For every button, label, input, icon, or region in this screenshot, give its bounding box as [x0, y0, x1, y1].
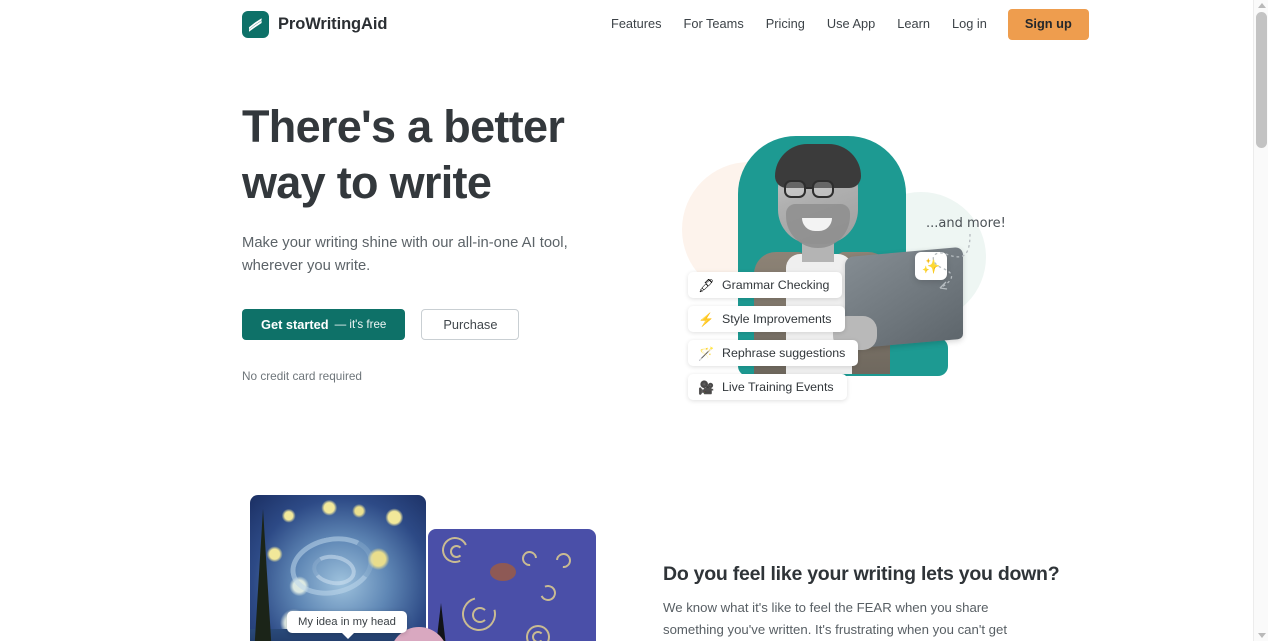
dotted-arrow-icon	[932, 233, 971, 290]
page-content: ProWritingAid Features For Teams Pricing…	[0, 0, 1253, 641]
doodle-image	[428, 529, 596, 641]
purchase-button[interactable]: Purchase	[421, 309, 520, 341]
scroll-down-arrow-icon[interactable]	[1258, 633, 1266, 638]
feature-label: Rephrase suggestions	[722, 346, 846, 360]
browser-viewport: ProWritingAid Features For Teams Pricing…	[0, 0, 1268, 641]
hero-section: There's a better way to write Make your …	[0, 49, 1253, 479]
magic-wand-icon: 🪄	[698, 345, 715, 361]
starry-cypress	[254, 509, 272, 641]
no-credit-card-note: No credit card required	[242, 369, 362, 384]
feather-pen-icon: 🖋	[698, 277, 715, 293]
glasses-right-lens	[812, 180, 834, 198]
lower-copy: Do you feel like your writing lets you d…	[663, 563, 1060, 641]
feature-label: Grammar Checking	[722, 278, 830, 292]
hero-copy: There's a better way to write Make your …	[242, 99, 642, 383]
image-caption-tooltip: My idea in my head	[287, 611, 407, 639]
hero-cta-row: Get started — it's free Purchase	[242, 309, 642, 341]
hero-title-line-2: way to write	[242, 156, 492, 208]
nav-item-use-app[interactable]: Use App	[816, 12, 886, 37]
spiral-icon	[472, 607, 488, 623]
feature-label: Live Training Events	[722, 380, 834, 394]
hero-title-line-1: There's a better	[242, 101, 565, 152]
and-more-label: ...and more!	[926, 216, 1006, 231]
scrollbar-thumb[interactable]	[1256, 12, 1267, 148]
scroll-up-arrow-icon[interactable]	[1258, 3, 1266, 8]
lower-section: My idea in my head Do you feel like your…	[0, 479, 1253, 641]
spiral-icon	[552, 549, 575, 572]
sign-up-button[interactable]: Sign up	[1007, 9, 1089, 40]
comparison-images: My idea in my head	[242, 495, 602, 641]
nav-item-log-in[interactable]: Log in	[941, 12, 998, 37]
nav-item-for-teams[interactable]: For Teams	[673, 12, 755, 37]
spiral-icon	[537, 582, 559, 604]
get-started-label: Get started	[261, 317, 329, 333]
brand-name: ProWritingAid	[278, 15, 388, 33]
doodle-blob	[490, 563, 516, 581]
main-navigation: Features For Teams Pricing Use App Learn…	[600, 0, 1089, 49]
spiral-icon	[532, 631, 544, 641]
glasses-bridge	[806, 187, 812, 190]
feature-pill-live-training-events[interactable]: 🎥 Live Training Events	[688, 374, 847, 400]
feature-pill-rephrase-suggestions[interactable]: 🪄 Rephrase suggestions	[688, 340, 859, 366]
feature-label: Style Improvements	[722, 312, 832, 326]
page-scrollbar[interactable]	[1253, 0, 1268, 641]
movie-camera-icon: 🎥	[698, 379, 715, 395]
spiral-icon	[518, 547, 541, 570]
spiral-icon	[450, 545, 463, 558]
lower-section-title: Do you feel like your writing lets you d…	[663, 563, 1060, 585]
feature-pill-list: 🖋 Grammar Checking ⚡ Style Improvements …	[688, 272, 859, 408]
lightning-bolt-icon: ⚡	[698, 311, 715, 327]
book-pages-icon	[242, 11, 269, 38]
glasses-left-lens	[784, 180, 806, 198]
hero-illustration: ✨ ...and more! 🖋 Grammar Checking ⚡ Styl…	[660, 104, 1010, 434]
get-started-button[interactable]: Get started — it's free	[242, 309, 406, 341]
feature-pill-grammar-checking[interactable]: 🖋 Grammar Checking	[688, 272, 843, 298]
hero-subtitle: Make your writing shine with our all-in-…	[242, 234, 568, 274]
get-started-sublabel: — it's free	[334, 318, 387, 332]
nav-item-features[interactable]: Features	[600, 12, 673, 37]
feature-pill-style-improvements[interactable]: ⚡ Style Improvements	[688, 306, 845, 332]
brand-logo-link[interactable]: ProWritingAid	[242, 11, 387, 38]
nav-item-pricing[interactable]: Pricing	[755, 12, 816, 37]
lower-section-body: We know what it's like to feel the FEAR …	[663, 600, 1008, 637]
hero-title: There's a better way to write	[242, 99, 642, 211]
site-header: ProWritingAid Features For Teams Pricing…	[0, 0, 1253, 49]
nav-item-learn[interactable]: Learn	[886, 12, 941, 37]
